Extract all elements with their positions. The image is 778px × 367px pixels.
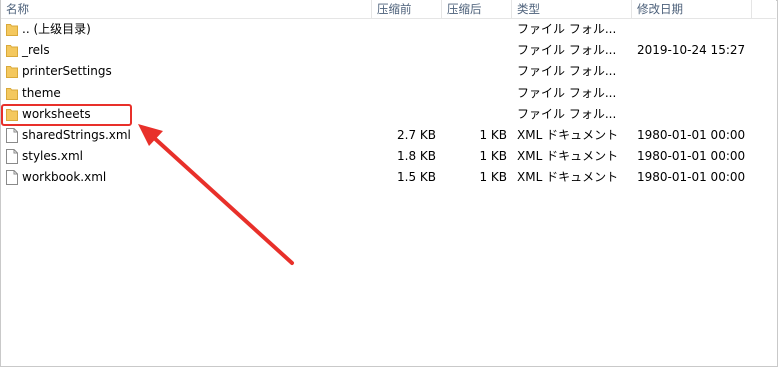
- annotation-arrow-icon: [138, 124, 294, 265]
